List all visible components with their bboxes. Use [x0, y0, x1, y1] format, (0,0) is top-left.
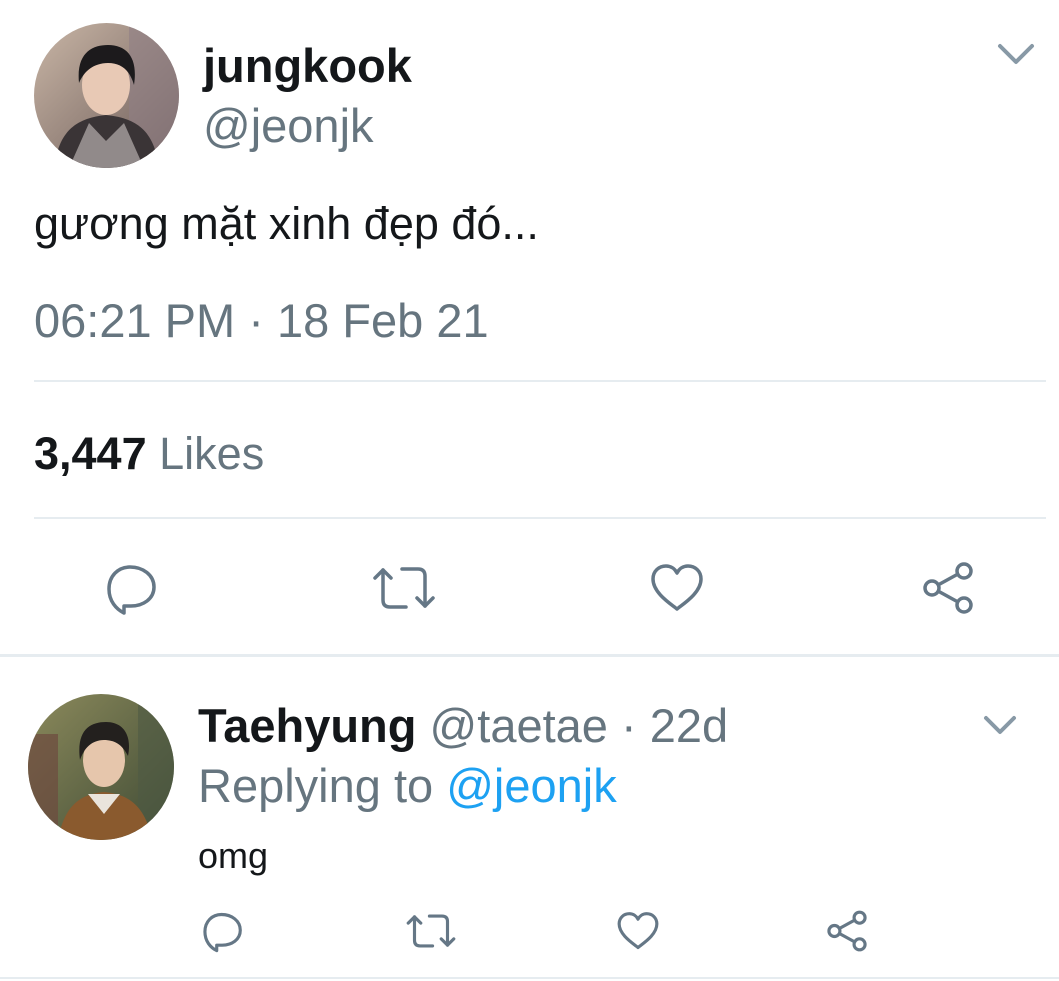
reply-text: omg: [198, 835, 269, 876]
chevron-down-icon[interactable]: [996, 40, 1036, 70]
section-divider: [0, 654, 1059, 657]
likes-stat[interactable]: 3,447 Likes: [34, 426, 264, 482]
replying-prefix: Replying to: [198, 759, 434, 812]
display-name[interactable]: jungkook: [203, 39, 412, 93]
user-handle[interactable]: @jeonjk: [203, 99, 374, 153]
likes-count: 3,447: [34, 428, 147, 479]
replying-handle-link[interactable]: @jeonjk: [446, 759, 617, 812]
reply-share-icon[interactable]: [825, 909, 869, 953]
reply-retweet-icon[interactable]: [405, 909, 457, 953]
reply-display-name[interactable]: Taehyung: [198, 699, 416, 752]
reply-icon[interactable]: [104, 560, 160, 616]
share-icon[interactable]: [920, 560, 976, 616]
likes-label: Likes: [159, 428, 265, 479]
divider: [34, 380, 1046, 382]
avatar-taehyung[interactable]: [28, 694, 174, 840]
tweet-text: gương mặt xinh đẹp đó...: [34, 198, 539, 249]
reply-chevron-down-icon[interactable]: [982, 712, 1018, 740]
retweet-icon[interactable]: [372, 560, 436, 616]
tweet-timestamp[interactable]: 06:21 PM · 18 Feb 21: [34, 292, 489, 350]
avatar-jungkook[interactable]: [34, 23, 179, 168]
reply-handle[interactable]: @taetae: [430, 699, 608, 752]
reply-heart-icon[interactable]: [616, 909, 660, 953]
reply-time[interactable]: · 22d: [621, 699, 728, 752]
divider: [0, 977, 1059, 979]
divider: [34, 517, 1046, 519]
reply-reply-icon[interactable]: [201, 909, 245, 953]
heart-icon[interactable]: [649, 560, 705, 616]
replying-to: Replying to @jeonjk: [198, 758, 617, 814]
reply-header: Taehyung @taetae · 22d: [198, 698, 728, 754]
